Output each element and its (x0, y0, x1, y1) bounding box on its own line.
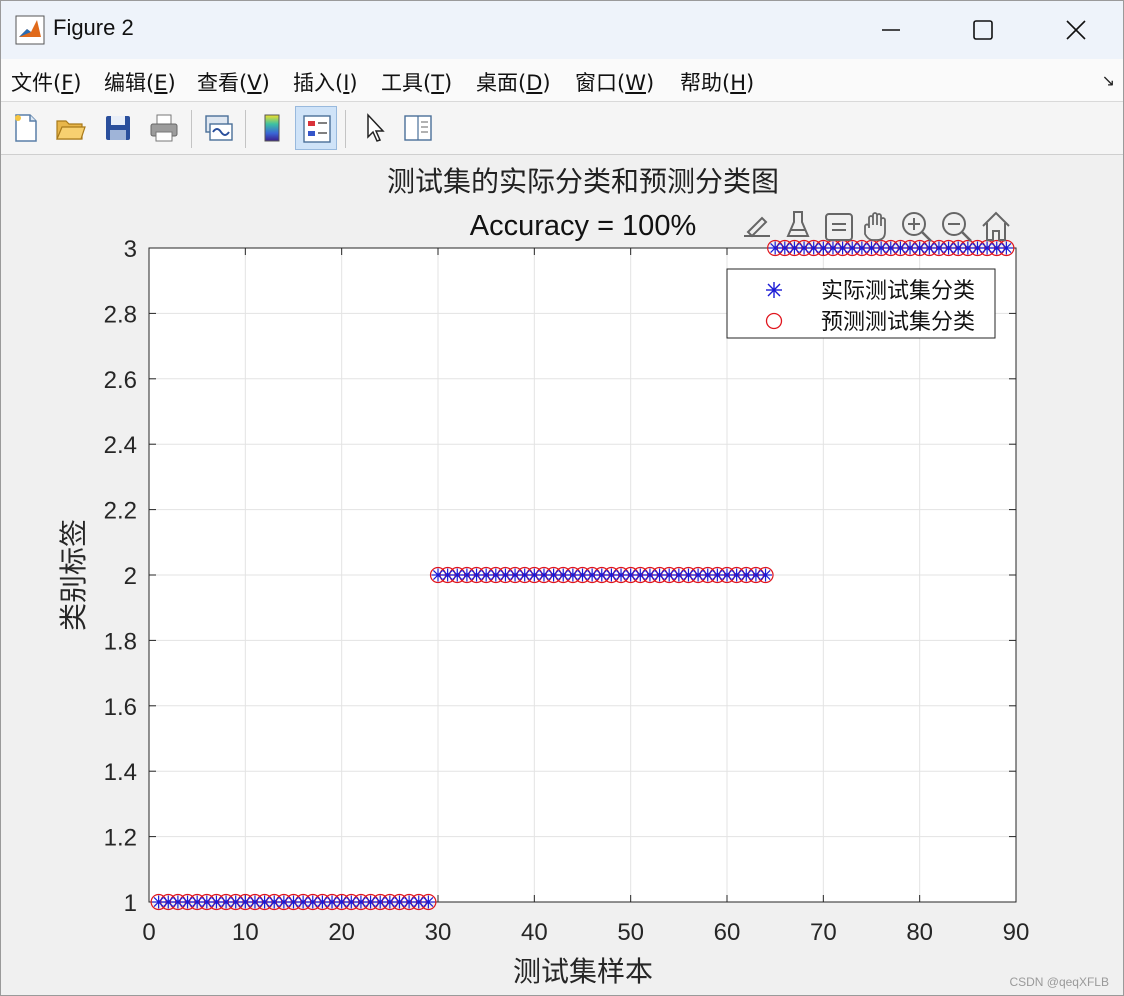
zoom-in-button[interactable] (902, 212, 932, 242)
data-tips-icon (825, 213, 853, 241)
minimize-icon (882, 29, 900, 31)
x-tick-label: 50 (617, 919, 644, 946)
figure-window: Figure 2 文件(F) 编辑(E) 查看(V) 插入(I) 工具(T) 桌… (0, 0, 1124, 996)
save-button[interactable] (97, 106, 139, 150)
legend-label-actual: 实际测试集分类 (821, 279, 975, 304)
actual-point (421, 895, 435, 909)
toolbar-separator (245, 110, 246, 148)
x-tick-label: 20 (328, 919, 355, 946)
y-tick-label: 2 (124, 563, 137, 590)
maximize-icon (973, 20, 993, 40)
new-figure-icon (15, 114, 37, 142)
maximize-button[interactable] (937, 1, 1029, 59)
figure-toolbar (1, 102, 1123, 155)
x-tick-label: 10 (232, 919, 259, 946)
plot-svg: 0 10 20 30 40 50 60 70 80 90 1 1.2 1.4 1.6 1.8 2 2.2 2.4 2… (57, 165, 1030, 988)
legend-marker-asterisk (766, 282, 782, 298)
y-tick-label: 2.8 (104, 301, 137, 328)
matlab-logo-icon (15, 15, 45, 45)
colorbar-icon (264, 114, 280, 142)
zoom-out-icon (942, 212, 972, 242)
actual-point (999, 241, 1013, 255)
restore-view-button[interactable] (982, 211, 1010, 241)
pan-hand-icon (864, 212, 886, 241)
menu-window[interactable]: 窗口(W) (575, 67, 654, 97)
chart-title: 测试集的实际分类和预测分类图 (387, 165, 779, 198)
menu-insert[interactable]: 插入(I) (293, 67, 358, 97)
menu-edit[interactable]: 编辑(E) (104, 67, 176, 97)
zoom-out-button[interactable] (942, 212, 972, 242)
link-plot-button[interactable] (197, 106, 239, 150)
actual-point (759, 568, 773, 582)
legend-label-predicted: 预测测试集分类 (821, 310, 975, 335)
y-tick-label: 1.2 (104, 825, 137, 852)
y-tick-label: 2.6 (104, 367, 137, 394)
y-tick-label: 1.8 (104, 628, 137, 655)
menu-help[interactable]: 帮助(H) (680, 67, 754, 97)
x-tick-label: 90 (1003, 919, 1030, 946)
print-icon (150, 114, 178, 142)
x-tick-label: 40 (521, 919, 548, 946)
y-tick-label: 1.6 (104, 694, 137, 721)
title-bar[interactable]: Figure 2 (1, 1, 1123, 59)
edit-plot-button[interactable] (353, 106, 395, 150)
open-folder-icon (56, 120, 86, 140)
brush-edit-button[interactable] (744, 216, 770, 238)
property-panel-icon (404, 115, 432, 141)
home-icon (982, 211, 1010, 241)
save-icon (106, 116, 130, 140)
minimize-button[interactable] (845, 1, 937, 59)
brush-edit-icon (744, 216, 770, 238)
x-axis-label: 测试集样本 (513, 955, 653, 988)
x-tick-label: 0 (142, 919, 155, 946)
close-icon (1066, 20, 1086, 40)
open-file-button[interactable] (49, 106, 91, 150)
y-tick-label: 2.4 (104, 432, 137, 459)
property-inspector-button[interactable] (397, 106, 439, 150)
zoom-in-icon (902, 212, 932, 242)
data-brush-icon (786, 211, 810, 237)
legend-icon (303, 115, 331, 143)
dock-figure-icon[interactable]: ↘ (1102, 71, 1115, 90)
pointer-icon (367, 113, 385, 142)
figure-canvas: 0 10 20 30 40 50 60 70 80 90 1 1.2 1.4 1.6 1.8 2 2.2 2.4 2… (1, 155, 1123, 995)
toolbar-separator (191, 110, 192, 148)
chart-subtitle: Accuracy = 100% (470, 210, 696, 242)
y-tick-label: 2.2 (104, 498, 137, 525)
toolbar-separator (345, 110, 346, 148)
print-button[interactable] (143, 106, 185, 150)
y-tick-label: 3 (124, 236, 137, 263)
y-tick-label: 1 (124, 890, 137, 917)
window-title: Figure 2 (53, 15, 134, 40)
y-tick-label: 1.4 (104, 759, 137, 786)
insert-colorbar-button[interactable] (251, 106, 293, 150)
axes-toolbar (744, 211, 1010, 242)
data-tips-button[interactable] (825, 213, 853, 241)
y-axis-label: 类别标签 (57, 519, 90, 631)
link-icon (205, 115, 233, 141)
watermark-text: CSDN @qeqXFLB (1009, 975, 1109, 989)
x-tick-label: 60 (714, 919, 741, 946)
menu-file[interactable]: 文件(F) (11, 67, 82, 97)
menu-bar: 文件(F) 编辑(E) 查看(V) 插入(I) 工具(T) 桌面(D) 窗口(W… (1, 59, 1123, 102)
menu-view[interactable]: 查看(V) (197, 67, 270, 97)
x-tick-label: 80 (906, 919, 933, 946)
menu-desktop[interactable]: 桌面(D) (476, 67, 551, 97)
legend[interactable]: 实际测试集分类 预测测试集分类 (726, 268, 996, 339)
x-tick-label: 70 (810, 919, 837, 946)
menu-tools[interactable]: 工具(T) (381, 67, 452, 97)
pan-button[interactable] (864, 212, 886, 241)
new-figure-button[interactable] (5, 106, 47, 150)
insert-legend-button[interactable] (295, 106, 337, 150)
close-button[interactable] (1030, 1, 1122, 59)
x-tick-label: 30 (425, 919, 452, 946)
data-brush-button[interactable] (786, 211, 810, 237)
